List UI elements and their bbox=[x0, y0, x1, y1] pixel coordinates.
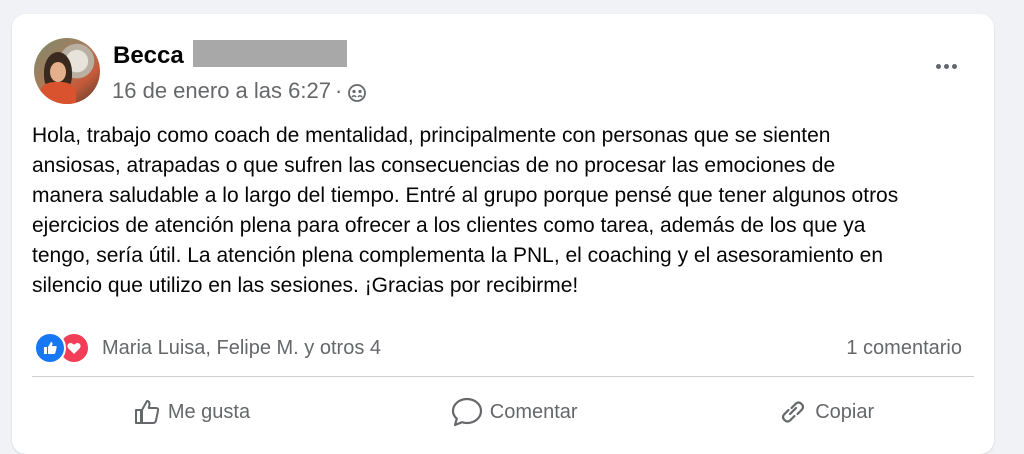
link-chain-icon bbox=[777, 397, 809, 427]
comment-bubble-icon bbox=[450, 396, 484, 428]
reactions-summary[interactable]: Maria Luisa, Felipe M. y otros 4 bbox=[34, 332, 381, 364]
reactors-text[interactable]: Maria Luisa, Felipe M. y otros 4 bbox=[102, 337, 381, 360]
copy-label: Copiar bbox=[815, 400, 875, 423]
post-card: Becca 16 de enero a las 6:27 · Hola, tra… bbox=[12, 14, 994, 454]
thumbs-up-icon bbox=[132, 397, 162, 427]
like-button[interactable]: Me gusta bbox=[120, 391, 262, 433]
actions-divider bbox=[32, 376, 974, 377]
author-name[interactable]: Becca bbox=[113, 42, 184, 70]
redacted-surname bbox=[193, 40, 347, 67]
author-avatar[interactable] bbox=[34, 38, 100, 104]
post-timestamp[interactable]: 16 de enero a las 6:27 bbox=[112, 78, 331, 104]
more-options-icon[interactable] bbox=[928, 54, 964, 78]
comment-count[interactable]: 1 comentario bbox=[846, 337, 962, 360]
avatar-face bbox=[50, 62, 66, 82]
like-reaction-icon bbox=[34, 332, 66, 364]
copy-link-button[interactable]: Copiar bbox=[765, 391, 886, 433]
group-icon[interactable] bbox=[348, 82, 367, 102]
comment-label: Comentar bbox=[489, 400, 578, 423]
meta-separator: · bbox=[334, 78, 343, 103]
post-meta: 16 de enero a las 6:27 · bbox=[112, 78, 367, 104]
comment-button[interactable]: Comentar bbox=[438, 390, 590, 434]
avatar-shirt bbox=[40, 82, 76, 104]
like-label: Me gusta bbox=[167, 400, 251, 423]
post-actions: Me gusta Comentar Copiar bbox=[32, 384, 974, 440]
post-body: Hola, trabajo como coach de mentalidad, … bbox=[32, 124, 899, 297]
